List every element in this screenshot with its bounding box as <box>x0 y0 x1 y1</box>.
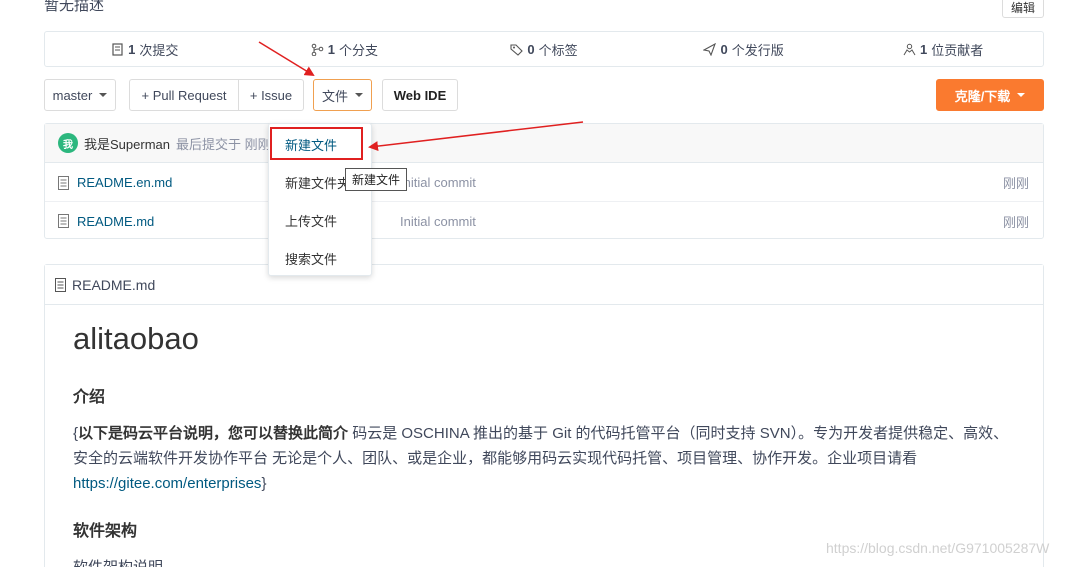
repo-description: 暂无描述 <box>44 0 105 14</box>
clone-download-button[interactable]: 克隆/下载 <box>936 79 1044 111</box>
releases-label: 个发行版 <box>731 42 784 58</box>
readme-panel: README.md <box>44 264 1044 567</box>
commit-meta: 最后提交于 刚刚 <box>175 136 271 152</box>
file-icon <box>58 176 69 190</box>
file-icon <box>58 214 69 228</box>
release-icon <box>703 42 717 56</box>
readme-section-heading: 介绍 <box>73 389 106 406</box>
table-row[interactable]: README.md Initial commit 刚刚 <box>45 202 1043 240</box>
chevron-down-icon <box>355 93 363 97</box>
enterprises-link[interactable]: https://gitee.com/enterprises <box>73 475 261 492</box>
branch-select[interactable]: master <box>44 79 116 111</box>
commits-stat[interactable]: 1 次提交 <box>45 40 245 59</box>
commits-count: 1 <box>128 41 136 57</box>
table-row[interactable]: README.en.md Initial commit 刚刚 <box>45 164 1043 202</box>
chevron-down-icon <box>99 93 108 97</box>
readme-file-name: README.md <box>72 276 156 293</box>
contributors-icon <box>903 43 916 55</box>
file-icon <box>55 277 66 292</box>
file-commit-message[interactable]: Initial commit <box>400 214 476 229</box>
readme-section-text: 软件架构说明 <box>73 556 163 567</box>
tags-count: 0 <box>527 41 535 57</box>
file-name-link[interactable]: README.md <box>77 214 154 229</box>
web-ide-button[interactable]: Web IDE <box>382 79 458 111</box>
file-commit-time: 刚刚 <box>1002 176 1029 191</box>
readme-header: README.md <box>45 265 1043 305</box>
chevron-down-icon <box>1017 93 1026 97</box>
annotation-highlight-box <box>270 127 363 160</box>
file-name-link[interactable]: README.en.md <box>77 175 172 190</box>
pull-request-button[interactable]: + Pull Request <box>129 79 239 111</box>
commit-icon <box>112 42 123 56</box>
readme-intro-paragraph: {以下是码云平台说明，您可以替换此简介 码云是 OSCHINA 推出的基于 Gi… <box>73 421 1018 496</box>
tooltip: 新建文件 <box>345 168 408 191</box>
issue-button[interactable]: + Issue <box>238 79 304 111</box>
file-menu-label: 文件 <box>321 88 348 104</box>
file-commit-message[interactable]: Initial commit <box>400 175 476 190</box>
clone-download-label: 克隆/下载 <box>954 88 1011 104</box>
contributors-label: 位贡献者 <box>931 42 984 58</box>
contributors-stat[interactable]: 1 位贡献者 <box>843 40 1043 59</box>
repo-stats-bar: 1 次提交 1 个分支 0 个标签 0 个发行版 1 位贡献者 <box>44 31 1044 67</box>
commits-label: 次提交 <box>139 42 179 58</box>
file-list: 我 我是Superman 最后提交于 刚刚 README.en.md Initi… <box>44 123 1044 239</box>
branch-select-label: master <box>52 87 93 103</box>
branches-stat[interactable]: 1 个分支 <box>245 40 445 59</box>
contributors-count: 1 <box>920 41 928 57</box>
edit-description-button[interactable]: 编辑 <box>1002 0 1044 18</box>
branch-icon <box>311 43 324 56</box>
avatar[interactable]: 我 <box>58 133 78 153</box>
tag-icon <box>510 43 524 56</box>
commit-author[interactable]: 我是Superman <box>84 134 170 153</box>
tags-stat[interactable]: 0 个标签 <box>444 40 644 59</box>
file-menu-button[interactable]: 文件 <box>313 79 372 111</box>
branches-count: 1 <box>327 41 335 57</box>
releases-stat[interactable]: 0 个发行版 <box>644 40 844 59</box>
last-commit-bar: 我 我是Superman 最后提交于 刚刚 <box>45 124 1043 163</box>
readme-section-heading: 软件架构 <box>73 523 138 540</box>
releases-count: 0 <box>720 41 728 57</box>
readme-title: alitaobao <box>73 321 199 356</box>
file-commit-time: 刚刚 <box>1002 214 1029 230</box>
menu-item-upload-file[interactable]: 上传文件 <box>269 201 371 239</box>
intro-bold-text: 以下是码云平台说明，您可以替换此简介 <box>78 425 349 442</box>
branches-label: 个分支 <box>339 42 379 58</box>
watermark: https://blog.csdn.net/G971005287W <box>826 540 1050 556</box>
tags-label: 个标签 <box>538 42 578 58</box>
intro-close-brace: } <box>261 475 267 492</box>
menu-item-search-file[interactable]: 搜索文件 <box>269 239 371 277</box>
